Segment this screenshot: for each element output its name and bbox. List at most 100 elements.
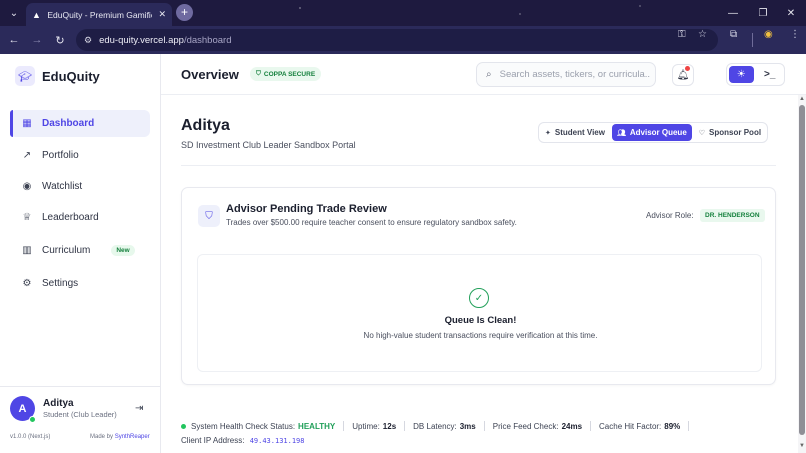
user-name: Aditya: [43, 398, 74, 409]
system-status-bar: System Health Check Status: HEALTHY Upti…: [181, 421, 697, 431]
status-divider: [590, 421, 592, 431]
coppa-badge-label: COPPA SECURE: [263, 70, 316, 78]
reload-icon[interactable]: ↻: [52, 32, 68, 48]
heart-icon: ♡: [698, 129, 706, 137]
trophy-icon: ♕: [22, 212, 32, 223]
tab-title: EduQuity - Premium Gamified I: [47, 9, 152, 20]
sidebar-item-settings[interactable]: ⚙ Settings: [10, 270, 150, 297]
db-latency-label: DB Latency:: [413, 421, 457, 431]
tab-search-chevron-icon[interactable]: ⌄: [6, 5, 22, 21]
search-icon: ⌕: [486, 69, 492, 80]
tab-student-view[interactable]: ✦ Student View: [540, 124, 610, 141]
scroll-down-arrow-icon[interactable]: ▼: [798, 443, 806, 449]
advisor-role-badge: DR. HENDERSON: [700, 209, 765, 222]
users-icon: 👥︎: [616, 129, 626, 137]
bell-icon: 🔔︎: [676, 69, 690, 81]
site-info-icon[interactable]: ⚙: [84, 35, 92, 46]
extensions-icon[interactable]: ⧉: [730, 29, 737, 40]
url-host: edu-quity.vercel.app: [99, 34, 184, 46]
uptime-label: Uptime:: [352, 421, 380, 431]
back-icon[interactable]: ←: [6, 32, 22, 48]
scroll-up-arrow-icon[interactable]: ▲: [798, 96, 806, 102]
sidebar-item-label: Dashboard: [42, 118, 95, 129]
status-divider: [483, 421, 485, 431]
health-status-dot: [181, 423, 186, 429]
brand[interactable]: 🎓︎ EduQuity: [15, 66, 100, 86]
price-feed-label: Price Feed Check:: [492, 421, 559, 431]
scrollbar-thumb[interactable]: [799, 105, 805, 435]
health-value: HEALTHY: [298, 421, 336, 431]
cache-hit-label: Cache Hit Factor:: [599, 421, 662, 431]
dashboard-grid-icon: ▦: [22, 118, 32, 129]
card-title: Advisor Pending Trade Review: [226, 203, 387, 215]
new-tab-button[interactable]: +: [176, 4, 193, 21]
client-ip-label: Client IP Address:: [181, 436, 245, 445]
sidebar-item-label: Watchlist: [42, 181, 83, 192]
sidebar-item-watchlist[interactable]: ◉ Watchlist: [10, 173, 150, 200]
status-divider: [343, 421, 345, 431]
portal-subtitle: SD Investment Club Leader Sandbox Portal: [181, 140, 356, 150]
sidebar: 🎓︎ EduQuity ▦ Dashboard ↗ Portfolio ◉ Wa…: [0, 54, 161, 453]
sidebar-item-dashboard[interactable]: ▦ Dashboard: [10, 110, 150, 137]
section-divider: [181, 165, 776, 166]
sidebar-item-label: Curriculum: [42, 245, 91, 256]
db-latency-value: 3ms: [459, 421, 476, 431]
tab-label: Student View: [554, 128, 605, 137]
price-feed-value: 24ms: [561, 421, 583, 431]
sidebar-item-curriculum[interactable]: ▥ Curriculum New: [10, 237, 150, 264]
sidebar-item-label: Portfolio: [42, 150, 79, 161]
forward-icon[interactable]: →: [29, 32, 45, 48]
tab-sponsor-pool[interactable]: ♡ Sponsor Pool: [694, 124, 766, 141]
trending-up-icon: ↗: [22, 150, 32, 161]
sidebar-item-label: Settings: [42, 278, 79, 289]
brand-name: EduQuity: [42, 68, 100, 84]
browser-tab[interactable]: ▲ EduQuity - Premium Gamified I ✕: [26, 3, 172, 26]
tab-advisor-queue[interactable]: 👥︎ Advisor Queue: [611, 124, 692, 141]
search-box[interactable]: ⌕: [476, 62, 656, 87]
sidebar-item-leaderboard[interactable]: ♕ Leaderboard: [10, 204, 150, 231]
terminal-mode-icon[interactable]: >_: [758, 66, 783, 83]
minimize-icon[interactable]: —: [718, 0, 748, 26]
address-bar[interactable]: ⚙ edu-quity.vercel.app /dashboard: [76, 29, 718, 51]
made-by-credit: Made by SynthReaper: [90, 434, 150, 440]
made-by-link[interactable]: SynthReaper: [115, 434, 150, 440]
advisor-role-label: Advisor Role:: [646, 211, 694, 220]
light-mode-sun-icon[interactable]: ☀: [729, 66, 754, 83]
toolbar-divider: [752, 33, 753, 47]
card-subtitle: Trades over $500.00 require teacher cons…: [226, 218, 517, 227]
browser-toolbar: ← → ↻ ⚙ edu-quity.vercel.app /dashboard …: [0, 26, 806, 54]
app-version: v1.0.0 (Next.js): [10, 434, 51, 440]
browser-menu-icon[interactable]: ⋮: [790, 29, 800, 40]
notification-dot: [685, 66, 690, 71]
logout-icon[interactable]: ⇥: [135, 403, 143, 414]
search-input[interactable]: [499, 69, 650, 80]
sidebar-item-portfolio[interactable]: ↗ Portfolio: [10, 142, 150, 169]
window-close-icon[interactable]: ✕: [776, 0, 806, 26]
health-label: System Health Check Status:: [191, 421, 296, 431]
topbar: Overview ⛉ COPPA SECURE ⌕ 🔔︎ ☀ >_: [161, 54, 806, 95]
user-heading: Aditya: [181, 117, 230, 134]
tab-label: Sponsor Pool: [709, 128, 762, 137]
sparkle-icon: ✦: [545, 129, 551, 137]
restore-icon[interactable]: ❐: [748, 0, 778, 26]
app-root: 🎓︎ EduQuity ▦ Dashboard ↗ Portfolio ◉ Wa…: [0, 54, 806, 453]
page-scrollbar[interactable]: ▲ ▼: [798, 95, 806, 453]
tab-close-icon[interactable]: ✕: [158, 9, 166, 20]
password-key-icon[interactable]: ⚿: [678, 29, 686, 40]
profile-avatar-icon[interactable]: ◉: [764, 29, 773, 40]
sidebar-item-label: Leaderboard: [42, 212, 99, 223]
bookmark-star-icon[interactable]: ☆: [698, 29, 707, 40]
empty-queue-state: ✓ Queue Is Clean! No high-value student …: [197, 254, 762, 372]
gear-icon: ⚙: [22, 278, 32, 289]
empty-state-title: Queue Is Clean!: [444, 315, 517, 326]
user-role: Student (Club Leader): [43, 410, 117, 419]
notifications-button[interactable]: 🔔︎: [672, 64, 694, 86]
uptime-value: 12s: [382, 421, 397, 431]
shield-icon: ⛉: [256, 70, 261, 77]
url-path: /dashboard: [183, 34, 232, 46]
main-content: Aditya SD Investment Club Leader Sandbox…: [161, 95, 798, 453]
status-divider: [404, 421, 406, 431]
coppa-secure-badge: ⛉ COPPA SECURE: [250, 67, 322, 81]
tab-label: Advisor Queue: [629, 128, 687, 137]
online-status-dot: [29, 416, 36, 423]
